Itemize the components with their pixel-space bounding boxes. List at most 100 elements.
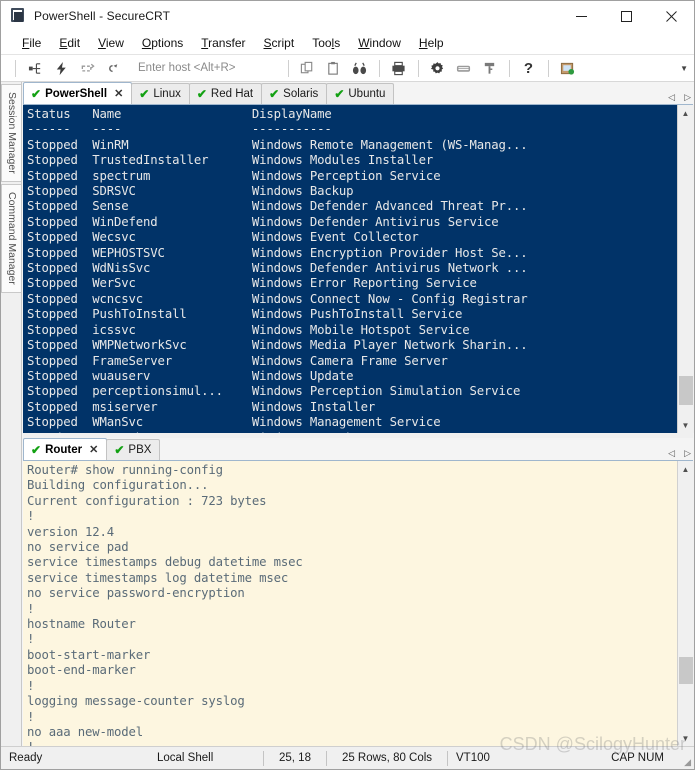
toolbar-separator-1	[288, 60, 289, 77]
tab-ubuntu[interactable]: ✔ Ubuntu	[326, 83, 394, 104]
menu-help[interactable]: Help	[410, 34, 453, 52]
tab-red-hat[interactable]: ✔ Red Hat	[189, 83, 262, 104]
tab-linux[interactable]: ✔ Linux	[131, 83, 190, 104]
menu-file-rest: ile	[29, 36, 41, 50]
menu-window-rest: indow	[370, 36, 401, 50]
tab-next-icon[interactable]: ▷	[684, 449, 691, 458]
close-button[interactable]	[649, 1, 694, 31]
menu-file[interactable]: File	[13, 34, 50, 52]
key-icon[interactable]	[479, 57, 501, 79]
tab-prev-icon[interactable]: ◁	[668, 93, 675, 102]
search-host-input[interactable]: Enter host <Alt+R>	[134, 60, 240, 76]
help-icon[interactable]: ?	[518, 57, 540, 79]
find-icon[interactable]	[349, 57, 371, 79]
new-session-icon[interactable]	[24, 57, 46, 79]
bottom-pane-tab-bar: ✔ Router ✕ ✔ PBX ◁ ▷	[23, 438, 693, 461]
keyboard-icon[interactable]	[453, 57, 475, 79]
tab-router[interactable]: ✔ Router ✕	[23, 438, 107, 460]
paste-icon[interactable]	[323, 57, 345, 79]
menu-help-rest: elp	[428, 36, 444, 50]
scroll-down-icon[interactable]: ▼	[678, 417, 694, 433]
top-pane: ✔ PowerShell ✕ ✔ Linux ✔ Red Hat ✔ Sol	[23, 82, 693, 433]
menu-view-rest: iew	[106, 36, 124, 50]
bottom-pane-tab-nav: ◁ ▷	[668, 449, 691, 458]
menu-tools[interactable]: Tools	[303, 34, 349, 52]
menu-script-rest: cript	[272, 36, 295, 50]
connected-check-icon: ✔	[114, 444, 124, 456]
menu-options-rest: ptions	[151, 36, 183, 50]
toolbar-overflow-icon[interactable]: ▼	[680, 55, 688, 82]
window-title: PowerShell - SecureCRT	[34, 9, 170, 23]
workspace: Session Manager Command Manager ✔ PowerS…	[1, 82, 694, 746]
status-flags: CAP NUM	[603, 747, 672, 770]
tab-close-icon[interactable]: ✕	[114, 87, 123, 100]
tab-solaris[interactable]: ✔ Solaris	[261, 83, 327, 104]
bottom-scroll-thumb[interactable]	[679, 657, 693, 685]
sidebar-tabs: Session Manager Command Manager	[1, 82, 22, 746]
copy-icon[interactable]	[297, 57, 319, 79]
pane-stack: ✔ PowerShell ✕ ✔ Linux ✔ Red Hat ✔ Sol	[22, 82, 694, 746]
securecrt-window: PowerShell - SecureCRT File Edit View Op…	[0, 0, 695, 770]
tab-close-icon[interactable]: ✕	[89, 443, 98, 456]
minimize-button[interactable]	[559, 1, 604, 31]
top-terminal-area: Status Name DisplayName ------ ---- ----…	[23, 105, 693, 433]
tab-solaris-label: Solaris	[283, 88, 318, 100]
status-bar: Ready Local Shell 25, 18 25 Rows, 80 Col…	[1, 746, 694, 769]
tab-router-label: Router	[45, 444, 82, 456]
menu-edit-rest: dit	[67, 36, 80, 50]
powershell-terminal[interactable]: Status Name DisplayName ------ ---- ----…	[23, 105, 677, 433]
maximize-button[interactable]	[604, 1, 649, 31]
scroll-down-icon[interactable]: ▼	[678, 730, 694, 746]
connected-check-icon: ✔	[334, 88, 344, 100]
menu-view[interactable]: View	[89, 34, 133, 52]
top-scroll-thumb[interactable]	[679, 376, 693, 406]
bottom-terminal-scrollbar[interactable]: ▲ ▼	[677, 461, 693, 746]
properties-icon[interactable]	[557, 57, 579, 79]
status-dimensions: 25 Rows, 80 Cols	[327, 747, 447, 770]
menu-transfer[interactable]: Transfer	[192, 34, 254, 52]
toolbar-separator-5	[548, 60, 549, 77]
disconnect-icon[interactable]	[102, 57, 124, 79]
print-icon[interactable]	[388, 57, 410, 79]
menu-tools-rest: s	[334, 36, 340, 50]
tab-red-hat-label: Red Hat	[211, 88, 253, 100]
toolbar-separator-2	[379, 60, 380, 77]
gear-icon[interactable]	[427, 57, 449, 79]
menu-options[interactable]: Options	[133, 34, 192, 52]
top-terminal-scrollbar[interactable]: ▲ ▼	[677, 105, 693, 433]
top-scroll-track[interactable]	[678, 121, 694, 417]
connected-check-icon: ✔	[197, 88, 207, 100]
status-emulation: VT100	[448, 747, 518, 770]
status-cursor-position: 25, 18	[264, 747, 326, 770]
status-shell: Local Shell	[83, 747, 263, 770]
connected-check-icon: ✔	[269, 88, 279, 100]
connected-check-icon: ✔	[31, 444, 41, 456]
tab-prev-icon[interactable]: ◁	[668, 449, 675, 458]
tab-pbx[interactable]: ✔ PBX	[106, 439, 160, 460]
status-state: Ready	[1, 747, 83, 770]
tab-ubuntu-label: Ubuntu	[348, 88, 385, 100]
scroll-up-icon[interactable]: ▲	[678, 105, 694, 121]
top-pane-tab-bar: ✔ PowerShell ✕ ✔ Linux ✔ Red Hat ✔ Sol	[23, 82, 693, 105]
menu-window[interactable]: Window	[349, 34, 410, 52]
scroll-up-icon[interactable]: ▲	[678, 461, 694, 477]
securecrt-icon	[9, 7, 27, 25]
connected-check-icon: ✔	[31, 88, 41, 100]
resize-grip-icon[interactable]: ◢	[684, 758, 691, 767]
sidebar-item-command-manager[interactable]: Command Manager	[1, 184, 21, 293]
quick-connect-icon[interactable]	[50, 57, 72, 79]
router-terminal[interactable]: Router# show running-config Building con…	[23, 461, 677, 746]
sidebar-item-session-manager[interactable]: Session Manager	[1, 84, 21, 182]
tab-powershell-label: PowerShell	[45, 88, 107, 100]
reconnect-icon[interactable]	[76, 57, 98, 79]
menu-script[interactable]: Script	[255, 34, 304, 52]
bottom-scroll-track[interactable]	[678, 477, 694, 730]
tab-powershell[interactable]: ✔ PowerShell ✕	[23, 82, 132, 104]
menu-transfer-rest: ransfer	[208, 36, 245, 50]
tab-linux-label: Linux	[153, 88, 181, 100]
menu-tools-pre: Too	[312, 36, 331, 50]
bottom-terminal-area: Router# show running-config Building con…	[23, 461, 693, 746]
menu-edit[interactable]: Edit	[50, 34, 89, 52]
tab-next-icon[interactable]: ▷	[684, 93, 691, 102]
toolbar-separator-0	[15, 60, 16, 77]
